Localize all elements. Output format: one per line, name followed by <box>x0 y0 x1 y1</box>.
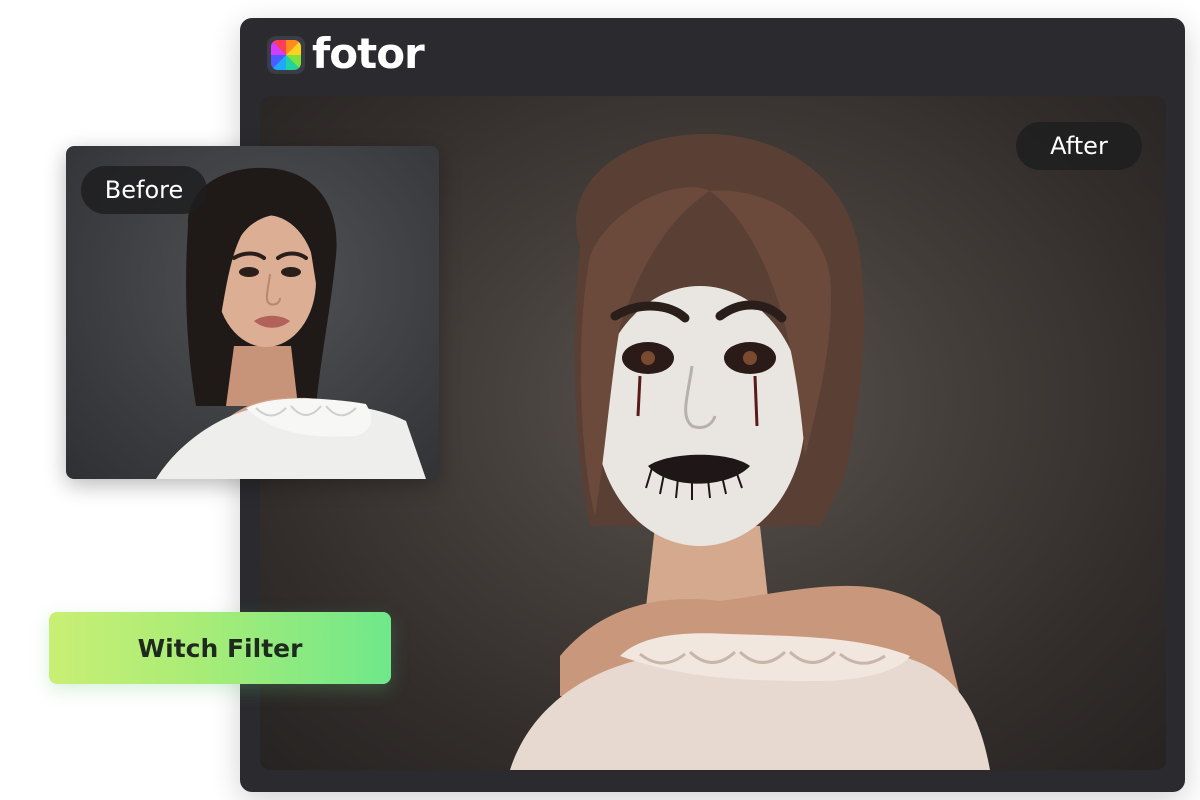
before-label: Before <box>81 166 207 214</box>
before-image: Before <box>66 146 439 479</box>
after-label: After <box>1016 122 1142 170</box>
brand-name: fotor <box>312 29 425 78</box>
app-header: fotor <box>240 18 1185 94</box>
witch-filter-button[interactable]: Witch Filter <box>49 612 391 684</box>
fotor-logo-icon <box>267 36 305 74</box>
